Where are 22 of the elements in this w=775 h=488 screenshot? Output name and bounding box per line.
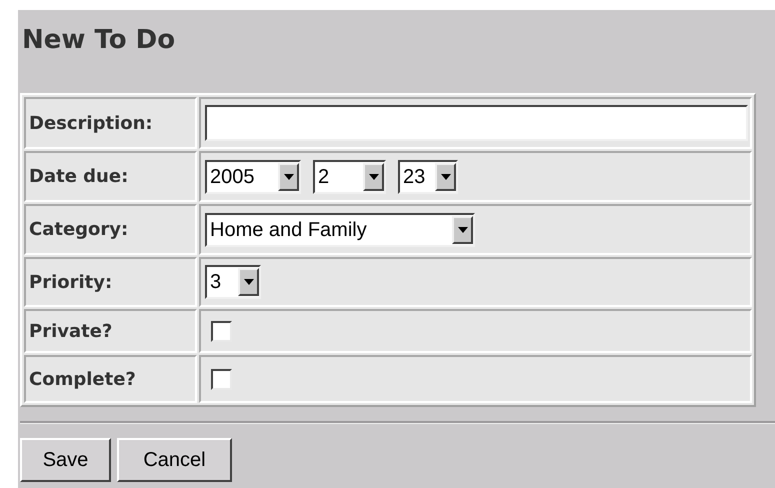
dropdown[interactable]: Home and Family xyxy=(205,212,475,246)
caret-icon xyxy=(284,174,294,180)
checkbox[interactable] xyxy=(211,320,232,342)
dropdown[interactable]: 3 xyxy=(205,265,261,299)
field-label: Description: xyxy=(24,97,197,149)
dropdown[interactable]: 23 xyxy=(398,160,458,194)
dropdown[interactable]: 2 xyxy=(313,160,386,194)
field-label: Private? xyxy=(24,309,197,353)
cancel-button[interactable]: Cancel xyxy=(117,438,232,482)
field-label: Complete? xyxy=(24,355,197,403)
description-field[interactable] xyxy=(205,105,748,141)
save-button[interactable]: Save xyxy=(20,438,111,482)
field-label: Priority: xyxy=(24,257,197,307)
caret-icon xyxy=(440,174,450,180)
checkbox[interactable] xyxy=(211,368,232,390)
field-label: Date due: xyxy=(24,151,197,202)
caret-icon xyxy=(244,279,254,285)
caret-icon xyxy=(458,226,468,232)
caret-icon xyxy=(368,174,378,180)
page-title: New To Do xyxy=(22,24,176,57)
field-label: Category: xyxy=(24,204,197,255)
dropdown[interactable]: 2005 xyxy=(205,160,301,194)
